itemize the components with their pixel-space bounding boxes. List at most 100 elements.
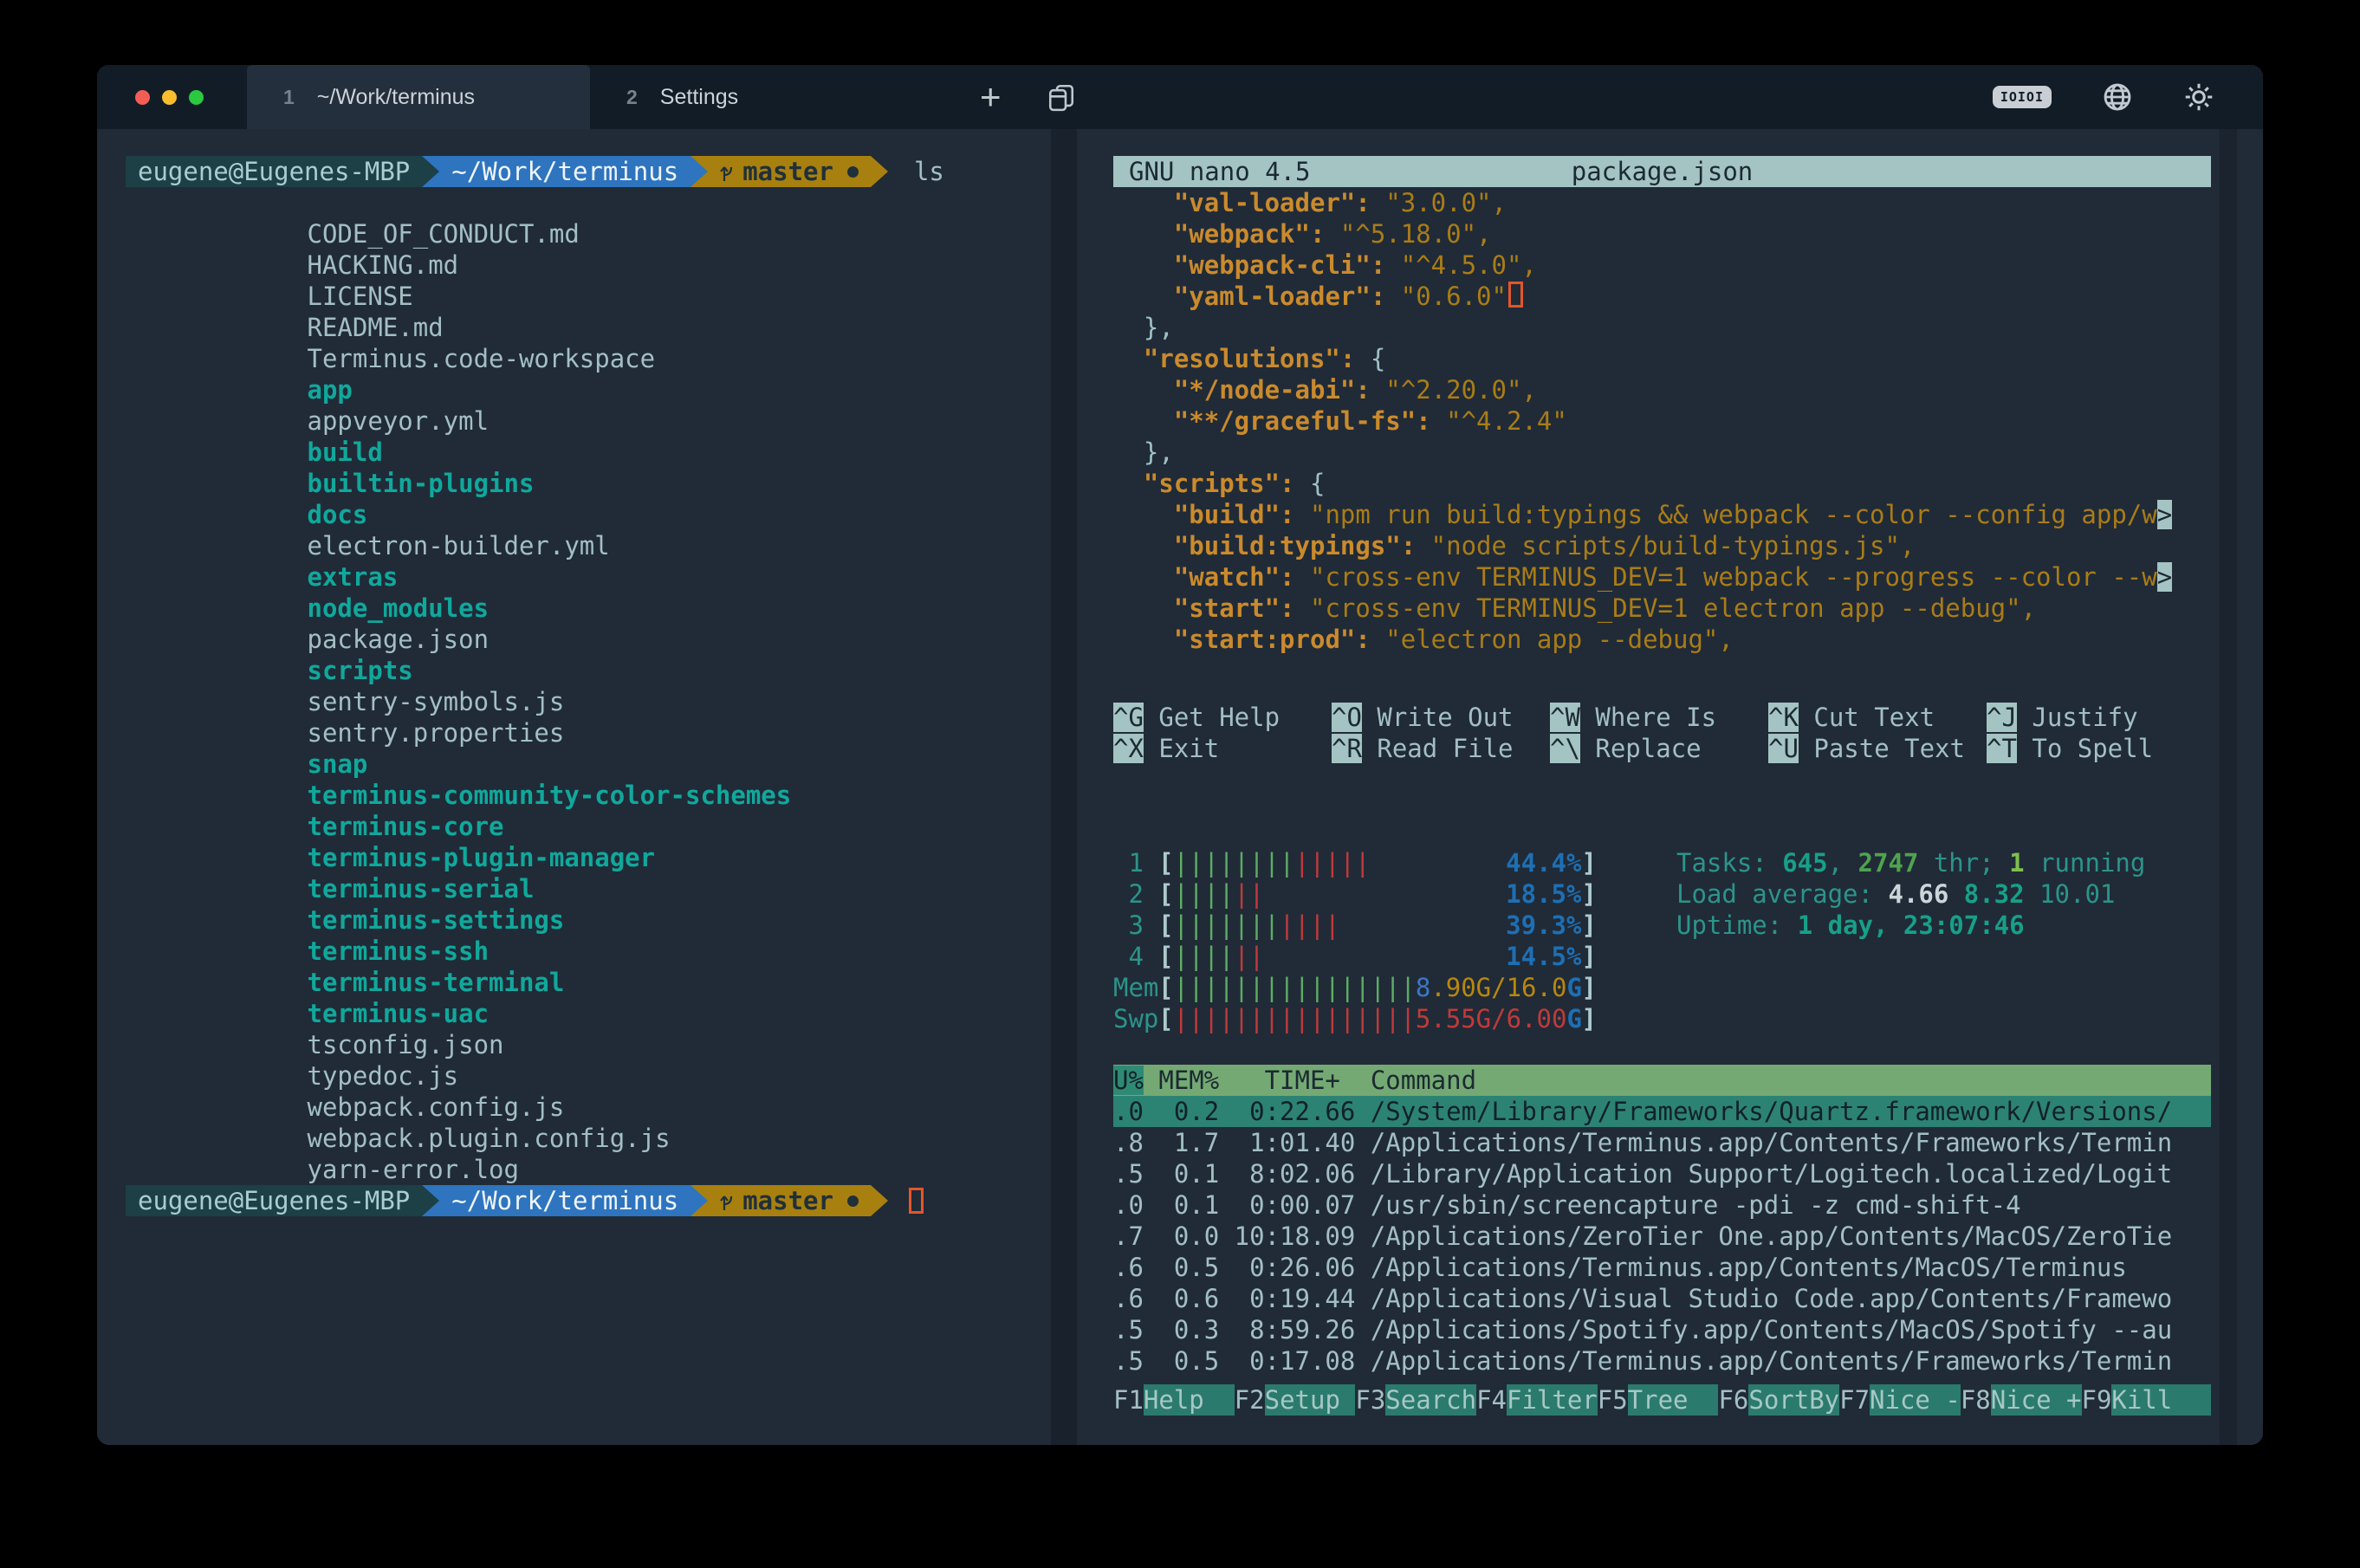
settings-gear-icon[interactable]: [2183, 81, 2214, 113]
process-row[interactable]: .0 0.1 0:00.07 /usr/sbin/screencapture -…: [1113, 1189, 2211, 1221]
file-name: typedoc.js: [308, 1061, 459, 1091]
process-row[interactable]: .5 0.1 8:02.06 /Library/Application Supp…: [1113, 1158, 2211, 1189]
globe-icon[interactable]: [2102, 81, 2133, 113]
terminal-pane-right[interactable]: GNU nano 4.5 package.json "val-loader": …: [1077, 129, 2263, 1445]
file-name: yarn-error.log: [308, 1155, 519, 1184]
tab-title: ~/Work/terminus: [317, 85, 475, 110]
meter-label: Mem: [1113, 972, 1158, 1003]
typed-command: ls: [914, 156, 944, 187]
function-key-button[interactable]: F7Nice -: [1839, 1384, 1961, 1416]
process-row[interactable]: .6 0.6 0:19.44 /Applications/Visual Stud…: [1113, 1283, 2211, 1314]
meter-label: 1: [1113, 847, 1158, 878]
ls-output: CODE_OF_CONDUCT.md HACKING.md LICENSE RE…: [126, 187, 1051, 1185]
shortcut-key: ^X: [1113, 734, 1144, 763]
shell-prompt: eugene@Eugenes-MBP ~/Work/terminus maste…: [126, 156, 1051, 187]
meter-bars: ||||||||||||||||: [1173, 972, 1415, 1003]
function-key-button[interactable]: F4Filter: [1476, 1384, 1598, 1416]
process-row[interactable]: .5 0.5 0:17.08 /Applications/Terminus.ap…: [1113, 1345, 2211, 1377]
function-key-label: Nice +: [1991, 1384, 2082, 1416]
shortcut-label: Get Help: [1144, 703, 1280, 732]
file-list-item: CODE_OF_CONDUCT.md: [126, 187, 1051, 218]
nano-shortcut[interactable]: ^R Read File: [1332, 733, 1550, 764]
nano-editor-body[interactable]: "val-loader": "3.0.0", "webpack": "^5.18…: [1113, 187, 2211, 655]
file-name: terminus-core: [308, 812, 504, 841]
shortcut-label: Write Out: [1362, 703, 1514, 732]
nano-code-line: "yaml-loader": "0.6.0": [1113, 281, 2211, 312]
file-name: builtin-plugins: [308, 469, 535, 498]
function-key-button[interactable]: F8Nice +: [1961, 1384, 2082, 1416]
nano-code-line: "watch": "cross-env TERMINUS_DEV=1 webpa…: [1113, 561, 2211, 593]
nano-shortcut[interactable]: ^U Paste Text: [1768, 733, 1987, 764]
function-key-button[interactable]: F1Help: [1113, 1384, 1235, 1416]
nano-code-line: "start": "cross-env TERMINUS_DEV=1 elect…: [1113, 593, 2211, 624]
duplicate-tab-icon[interactable]: [1047, 82, 1076, 112]
terminal-pane-left[interactable]: eugene@Eugenes-MBP ~/Work/terminus maste…: [97, 129, 1051, 1445]
shortcut-key: ^\: [1550, 734, 1580, 763]
nano-shortcut[interactable]: ^\ Replace: [1550, 733, 1768, 764]
tab-number: 2: [626, 86, 638, 109]
zoom-window-button[interactable]: [189, 90, 204, 105]
nano-code-line: "webpack": "^5.18.0",: [1113, 218, 2211, 249]
process-row[interactable]: .6 0.5 0:26.06 /Applications/Terminus.ap…: [1113, 1252, 2211, 1283]
process-row[interactable]: .7 0.0 10:18.09 /Applications/ZeroTier O…: [1113, 1221, 2211, 1252]
tab-terminal[interactable]: 1 ~/Work/terminus: [247, 65, 590, 129]
nano-shortcut[interactable]: ^K Cut Text: [1768, 702, 1987, 733]
git-branch-icon: [720, 1189, 734, 1212]
shortcut-key: ^J: [1987, 703, 2017, 732]
prompt-user-segment: eugene@Eugenes-MBP: [126, 1185, 422, 1216]
nano-shortcut[interactable]: ^T To Spell: [1987, 733, 2205, 764]
split-pane-area: eugene@Eugenes-MBP ~/Work/terminus maste…: [97, 129, 2263, 1445]
close-window-button[interactable]: [135, 90, 150, 105]
git-modified-dot-icon: [847, 166, 859, 178]
terminus-app-window: 1 ~/Work/terminus 2 Settings + IOIOI: [97, 65, 2263, 1445]
powerline-arrow-icon: [871, 1185, 888, 1216]
shortcut-label: Exit: [1144, 734, 1219, 763]
shortcut-label: Replace: [1580, 734, 1702, 763]
meter-label: 3: [1113, 910, 1158, 941]
serial-port-icon[interactable]: IOIOI: [1993, 86, 2052, 108]
file-name: README.md: [308, 313, 444, 342]
nano-shortcut[interactable]: ^J Justify: [1987, 702, 2205, 733]
minimize-window-button[interactable]: [162, 90, 177, 105]
process-table: .0 0.2 0:22.66 /System/Library/Framework…: [1113, 1096, 2211, 1377]
nano-shortcut[interactable]: ^G Get Help: [1113, 702, 1332, 733]
meter-bracket: ]: [1581, 973, 1596, 1002]
process-row[interactable]: .5 0.3 8:59.26 /Applications/Spotify.app…: [1113, 1314, 2211, 1345]
function-key-button[interactable]: F3Search: [1355, 1384, 1476, 1416]
process-row[interactable]: .8 1.7 1:01.40 /Applications/Terminus.ap…: [1113, 1127, 2211, 1158]
pane-divider[interactable]: [1051, 129, 1077, 1445]
tab-settings[interactable]: 2 Settings: [590, 65, 933, 129]
git-branch-icon: [720, 160, 734, 183]
process-row[interactable]: .0 0.2 0:22.66 /System/Library/Framework…: [1113, 1096, 2211, 1127]
prompt-user-segment: eugene@Eugenes-MBP: [126, 156, 422, 187]
shell-prompt: eugene@Eugenes-MBP ~/Work/terminus maste…: [126, 1185, 1051, 1216]
file-name: terminus-community-color-schemes: [308, 781, 792, 810]
new-tab-button[interactable]: +: [980, 79, 1002, 115]
function-key-label: Tree: [1628, 1384, 1719, 1416]
function-key-button[interactable]: F6SortBy: [1718, 1384, 1839, 1416]
function-key-button[interactable]: F2Setup: [1235, 1384, 1356, 1416]
shortcut-label: Read File: [1362, 734, 1514, 763]
nano-shortcut[interactable]: ^O Write Out: [1332, 702, 1550, 733]
function-key-label: Kill: [2111, 1384, 2211, 1416]
meter-bars: ||||||: [1173, 941, 1264, 972]
file-name: build: [308, 437, 383, 467]
file-name: CODE_OF_CONDUCT.md: [308, 219, 580, 249]
meter-bracket: [: [1158, 973, 1173, 1002]
nano-shortcut[interactable]: ^X Exit: [1113, 733, 1332, 764]
shortcut-key: ^O: [1332, 703, 1362, 732]
function-key: F1: [1113, 1384, 1144, 1416]
process-table-header[interactable]: U% MEM% TIME+ Command: [1113, 1065, 2211, 1096]
powerline-arrow-icon: [422, 1185, 439, 1216]
meter-value: 44.4%: [1506, 847, 1581, 878]
nano-shortcut[interactable]: ^W Where Is: [1550, 702, 1768, 733]
shortcut-key: ^R: [1332, 734, 1362, 763]
function-key-button[interactable]: F5Tree: [1598, 1384, 1719, 1416]
git-modified-dot-icon: [847, 1195, 859, 1207]
file-name: terminus-settings: [308, 905, 565, 935]
function-key-button[interactable]: F9Kill: [2082, 1384, 2212, 1416]
htop-meter: 4 [||||||14.5%]: [1113, 941, 2211, 972]
file-name: terminus-terminal: [308, 968, 565, 997]
nano-shortcuts-row2: ^X Exit ^R Read File ^\ Replace ^U Paste…: [1113, 733, 2211, 764]
shortcut-label: Paste Text: [1799, 734, 1965, 763]
